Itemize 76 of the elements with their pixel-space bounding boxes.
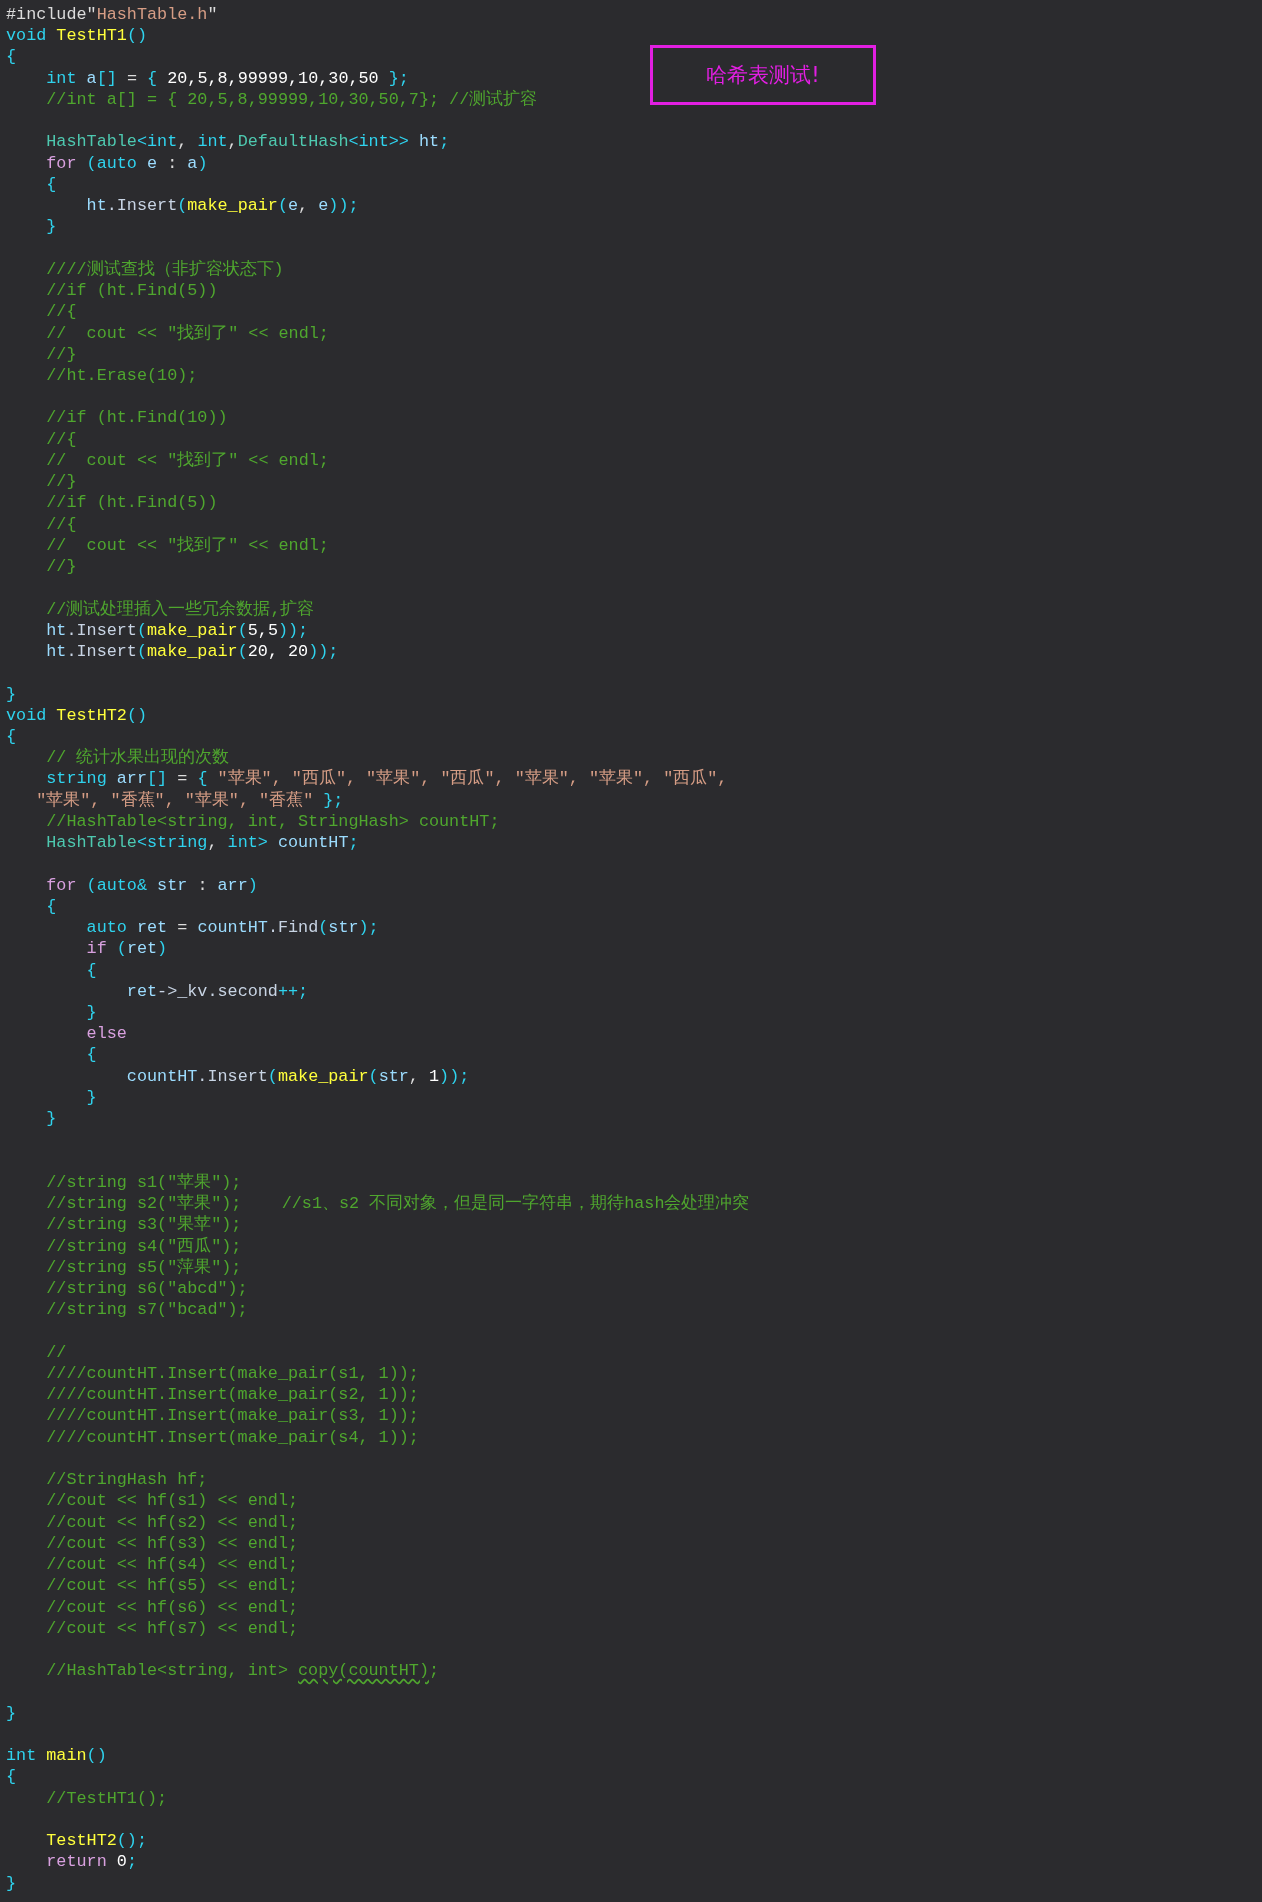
code-line: { xyxy=(6,1766,17,1788)
code-line: // cout << "找到了" << endl; xyxy=(45,534,329,557)
code-line: { xyxy=(6,46,17,68)
code-line: //cout << hf(s2) << endl; xyxy=(45,1511,299,1533)
code-line: else xyxy=(85,1023,127,1045)
code-line: //} xyxy=(45,471,77,493)
code-line: //{ xyxy=(45,428,77,450)
code-line: { xyxy=(45,895,57,918)
code-line: { xyxy=(85,1044,97,1066)
code-line: ht.Insert(make_pair(5,5)); xyxy=(45,619,309,642)
code-line: auto ret = countHT.Find(str); xyxy=(85,917,379,939)
code-line: { xyxy=(45,173,57,196)
code-line: for (auto& str : arr) xyxy=(45,874,258,896)
code-line: //cout << hf(s4) << endl; xyxy=(45,1554,299,1576)
code-line: void TestHT2() xyxy=(6,704,148,726)
code-line: // xyxy=(45,1341,67,1363)
code-line: //int a[] = { 20,5,8,99999,10,30,50,7}; //测试扩容 xyxy=(45,88,538,111)
code-line: { xyxy=(85,959,97,981)
code-line: ht.Insert(make_pair(e, e)); xyxy=(85,195,359,217)
code-line: //StringHash hf; xyxy=(45,1469,208,1491)
code-line: //string s2("苹果"); //s1、s2 不同对象，但是同一字符串，期待hash会处理冲突 xyxy=(45,1193,750,1215)
code-line: } xyxy=(6,1872,17,1894)
code-line: ht.Insert(make_pair(20, 20)); xyxy=(45,641,339,663)
code-line: //string s4("西瓜"); xyxy=(45,1235,242,1257)
code-line: HashTable<int, int,DefaultHash<int>> ht; xyxy=(45,131,450,153)
code-line: //string s3("果苹"); xyxy=(45,1214,242,1236)
code-line: ////测试查找（非扩容状态下) xyxy=(45,258,284,281)
code-line: { xyxy=(6,725,17,748)
code-line: //if (ht.Find(10)) xyxy=(45,407,228,429)
code-line: //HashTable<string, int, StringHash> countHT; xyxy=(45,810,500,833)
code-line: void TestHT1() xyxy=(6,25,148,47)
code-line: //cout << hf(s6) << endl; xyxy=(45,1596,299,1618)
code-line: //HashTable<string, int> copy(countHT); xyxy=(45,1660,440,1682)
code-line: // cout << "找到了" << endl; xyxy=(45,449,329,472)
code-line: TestHT2(); xyxy=(45,1830,147,1852)
code-line: //cout << hf(s7) << endl; xyxy=(45,1617,299,1640)
code-line: int a[] = { 20,5,8,99999,10,30,50 }; xyxy=(45,67,409,89)
code-line: //} xyxy=(45,343,77,365)
code-line: ////countHT.Insert(make_pair(s4, 1)); xyxy=(45,1426,419,1448)
code-line: //} xyxy=(45,556,77,578)
code-line: } xyxy=(6,683,17,705)
code-line: //string s1("苹果"); xyxy=(45,1171,242,1194)
code-line: string arr[] = { "苹果", "西瓜", "苹果", "西瓜", "苹果", "苹果", "西瓜", xyxy=(45,768,728,790)
code-line: //string s6("abcd"); xyxy=(45,1278,248,1300)
code-line: } xyxy=(45,216,57,238)
code-line: if (ret) xyxy=(85,938,168,960)
code-line: //if (ht.Find(5)) xyxy=(45,280,218,302)
code-line: //{ xyxy=(45,301,77,323)
code-line: int main() xyxy=(6,1745,107,1767)
code-line: // 统计水果出现的次数 xyxy=(45,747,230,769)
code-line: //cout << hf(s5) << endl; xyxy=(45,1575,299,1597)
code-line: } xyxy=(45,1108,57,1130)
code-line: return 0; xyxy=(45,1851,137,1873)
code-line: ////countHT.Insert(make_pair(s3, 1)); xyxy=(45,1405,419,1427)
annotation-note: 哈希表测试! xyxy=(650,45,876,105)
code-line: } xyxy=(85,1086,97,1109)
code-line: } xyxy=(6,1702,17,1724)
code-line: for (auto e : a) xyxy=(45,152,208,174)
code-line: countHT.Insert(make_pair(str, 1)); xyxy=(125,1065,470,1087)
code-line: "苹果", "香蕉", "苹果", "香蕉" }; xyxy=(35,789,344,811)
code-line: //TestHT1(); xyxy=(45,1787,168,1809)
code-line: //{ xyxy=(45,513,77,535)
code-line: //测试处理插入一些冗余数据,扩容 xyxy=(45,598,315,620)
code-line: ////countHT.Insert(make_pair(s2, 1)); xyxy=(45,1384,419,1406)
code-line: //string s5("萍果"); xyxy=(45,1256,242,1279)
code-line: //cout << hf(s3) << endl; xyxy=(45,1532,299,1555)
code-line: //if (ht.Find(5)) xyxy=(45,492,218,514)
code-line: HashTable<string, int> countHT; xyxy=(45,832,359,854)
code-line: //ht.Erase(10); xyxy=(45,365,198,387)
code-line: //string s7("bcad"); xyxy=(45,1299,248,1321)
code-line: } xyxy=(85,1002,97,1024)
code-line: // cout << "找到了" << endl; xyxy=(45,322,329,344)
code-line: ret->_kv.second++; xyxy=(125,980,309,1002)
code-line: //cout << hf(s1) << endl; xyxy=(45,1490,299,1512)
code-line: #include"HashTable.h" xyxy=(6,4,218,26)
code-line: ////countHT.Insert(make_pair(s1, 1)); xyxy=(45,1363,419,1385)
